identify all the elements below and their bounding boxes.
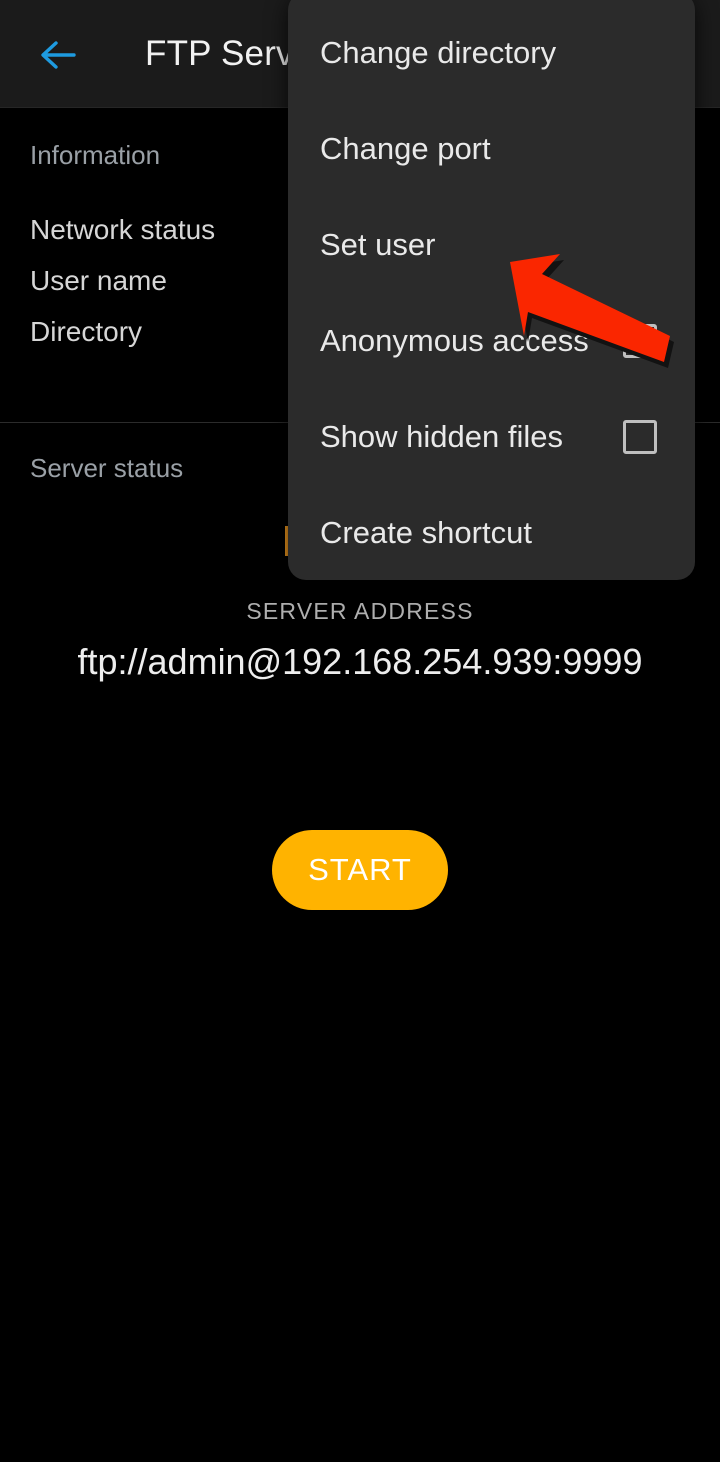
server-address-label: SERVER ADDRESS — [246, 598, 474, 624]
info-row-network-status: Network status — [30, 214, 216, 245]
back-button[interactable] — [30, 27, 86, 83]
menu-item-label: Show hidden files — [320, 419, 563, 454]
menu-item-label: Change directory — [320, 35, 557, 70]
show-hidden-files-checkbox[interactable] — [623, 420, 657, 454]
menu-item-label: Anonymous access — [320, 323, 589, 358]
menu-item-label: Set user — [320, 227, 436, 262]
info-row-directory: Directory — [30, 316, 143, 347]
menu-item-anonymous-access[interactable]: Anonymous access — [288, 293, 695, 389]
menu-item-set-user[interactable]: Set user — [288, 197, 695, 293]
menu-item-label: Create shortcut — [320, 515, 532, 550]
menu-item-change-port[interactable]: Change port — [288, 101, 695, 197]
menu-item-show-hidden-files[interactable]: Show hidden files — [288, 389, 695, 485]
menu-item-create-shortcut[interactable]: Create shortcut — [288, 485, 695, 580]
anonymous-access-checkbox[interactable] — [623, 324, 657, 358]
server-status-section-title: Server status — [30, 453, 184, 483]
menu-item-change-directory[interactable]: Change directory — [288, 5, 695, 101]
back-arrow-icon — [36, 33, 80, 77]
info-row-user-name: User name — [30, 265, 167, 296]
server-address-value: ftp://admin@192.168.254.939:9999 — [77, 641, 643, 682]
overflow-menu: Change directory Change port Set user An… — [288, 0, 695, 580]
information-section-title: Information — [30, 140, 161, 170]
menu-item-label: Change port — [320, 131, 491, 166]
start-button[interactable]: START — [272, 830, 448, 910]
